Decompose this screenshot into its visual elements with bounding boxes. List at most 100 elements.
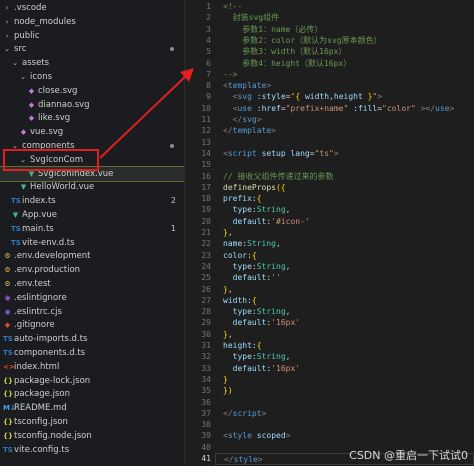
code-line[interactable]: <template> [223, 80, 271, 92]
chevron-down-icon[interactable]: ⌄ [11, 139, 19, 153]
file-item[interactable]: ◉ .eslintignore [0, 291, 184, 305]
chevron-down-icon[interactable]: ⌄ [19, 70, 27, 84]
file-item[interactable]: {} package-lock.json [0, 374, 184, 388]
code-line[interactable]: type:String, [223, 261, 291, 273]
code-line[interactable]: default:'#icon-' [223, 216, 310, 228]
file-item[interactable]: <> index.html [0, 360, 184, 374]
code-line[interactable]: 封装svg组件 [223, 12, 279, 24]
file-item[interactable]: TS vite-env.d.ts [0, 236, 184, 250]
code-line[interactable]: </svg> [223, 114, 262, 126]
modified-dot-icon [170, 144, 174, 148]
folder-item[interactable]: › .vscode [0, 1, 184, 15]
file-item[interactable]: ▼ SvgIconIndex.vue [0, 165, 184, 182]
folder-item[interactable]: ⌄ icons [0, 70, 184, 84]
chevron-down-icon[interactable]: ⌄ [3, 42, 11, 56]
code-token: width [223, 295, 248, 305]
code-line[interactable]: }) [223, 385, 233, 397]
modified-dot-icon [170, 47, 174, 52]
code-line[interactable]: prefix:{ [223, 193, 262, 205]
item-label: index.html [14, 361, 60, 372]
code-line[interactable]: width:{ [223, 295, 257, 307]
file-item[interactable]: ▼ HelloWorld.vue [0, 180, 184, 194]
folder-item[interactable]: ⌄ src [0, 42, 184, 56]
code-line[interactable]: <script setup lang="ts"> [223, 148, 339, 160]
code-line[interactable]: type:String, [223, 306, 291, 318]
file-item[interactable]: ◆ close.svg [0, 84, 184, 98]
code-line[interactable]: </script> [223, 408, 266, 420]
code-line[interactable]: }, [223, 284, 233, 296]
code-line[interactable]: </template> [223, 125, 276, 137]
file-item[interactable]: ⚙ .env.production [0, 263, 184, 277]
file-item[interactable]: TS components.d.ts [0, 346, 184, 360]
chevron-down-icon[interactable]: ⌄ [11, 56, 19, 70]
item-label: public [14, 30, 40, 41]
code-line[interactable]: default:'16px' [223, 317, 300, 329]
code-token: , [285, 307, 291, 317]
code-line[interactable]: defineProps({ [223, 182, 286, 194]
file-item[interactable]: {} tsconfig.json [0, 415, 184, 429]
code-token: use [237, 103, 252, 113]
file-item[interactable]: ◆ like.svg [0, 111, 184, 125]
code-editor[interactable]: 1 2 3 4 5 6 7 8 9 10 11 12 13 14 15 16 17 18 19 20 21 22 23 24 2… [185, 0, 474, 465]
code-line[interactable]: <svg :style="{ width,height }"> [223, 91, 382, 103]
file-item[interactable]: ⚙ .env.development [0, 249, 184, 263]
json-file-icon: {} [3, 431, 13, 440]
file-item[interactable]: ◆ diannao.svg [0, 98, 184, 112]
file-item[interactable]: TS index.ts 2 [0, 194, 184, 208]
code-token: // 接收父组件传递过来的参数 [223, 171, 334, 181]
file-item[interactable]: TS vite.config.ts [0, 443, 184, 457]
folder-item[interactable]: ⌄ assets [0, 56, 184, 70]
code-line[interactable]: default:'' [223, 272, 281, 284]
line-number: 5 [206, 47, 211, 57]
code-line[interactable]: 参数1：name（必传） [223, 24, 322, 36]
line-number: 39 [201, 431, 211, 441]
code-token: :fill [353, 103, 378, 113]
code-line[interactable]: }, [223, 227, 233, 239]
chevron-right-icon[interactable]: › [3, 15, 11, 29]
file-item[interactable]: {} package.json [0, 387, 184, 401]
code-line[interactable]: type:String, [223, 204, 291, 216]
file-item[interactable]: TS auto-imports.d.ts [0, 332, 184, 346]
code-line[interactable]: name:String, [223, 238, 281, 250]
file-item[interactable]: TS main.ts 1 [0, 222, 184, 236]
chevron-right-icon[interactable]: › [3, 1, 11, 15]
folder-item[interactable]: ⌄ SvgIconCom [0, 153, 184, 167]
code-line[interactable]: }, [223, 329, 233, 341]
file-item[interactable]: ◉ .eslintrc.cjs [0, 305, 184, 319]
file-item[interactable]: ◆ .gitignore [0, 318, 184, 332]
line-number: 27 [201, 295, 211, 305]
code-token: { [256, 341, 262, 350]
code-line[interactable]: type:String, [223, 351, 291, 363]
code-line[interactable]: color:{ [223, 250, 257, 262]
code-line[interactable]: } [223, 374, 228, 386]
code-line[interactable]: <!-- [223, 1, 242, 13]
item-label: assets [22, 58, 50, 69]
code-line[interactable]: height:{ [223, 340, 262, 352]
folder-item[interactable]: › public [0, 29, 184, 43]
code-line[interactable]: --> [223, 69, 237, 81]
code-line[interactable]: default:'16px' [223, 363, 300, 375]
folder-item[interactable]: › node_modules [0, 15, 184, 29]
code-line[interactable]: // 接收父组件传递过来的参数 [223, 171, 333, 183]
item-label: vite.config.ts [14, 444, 70, 455]
folder-item[interactable]: ⌄ components [0, 139, 184, 153]
file-item[interactable]: ▼ App.vue [0, 208, 184, 222]
code-line[interactable]: 参数4：height（默认16px） [223, 58, 351, 70]
chevron-right-icon[interactable]: › [3, 29, 11, 43]
code-line[interactable]: <style scoped> [223, 430, 290, 442]
code-token: default [232, 216, 267, 226]
file-item[interactable]: M↓ README.md [0, 401, 184, 415]
file-item[interactable]: ⚙ .env.test [0, 277, 184, 291]
code-line[interactable]: <use :href="prefix+name" :fill="color" >… [223, 103, 455, 115]
chevron-down-icon[interactable]: ⌄ [19, 153, 27, 167]
file-item[interactable]: ◆ vue.svg [0, 125, 184, 139]
code-token: String [256, 205, 286, 215]
code-line[interactable]: 参数3：width（默认16px） [223, 46, 346, 58]
code-token: height [333, 92, 368, 102]
code-line[interactable]: 参数2：color（默认为svg原本颜色） [223, 35, 381, 47]
code-token: { [251, 250, 257, 260]
file-item[interactable]: {} tsconfig.node.json [0, 429, 184, 443]
line-number: 23 [201, 250, 211, 260]
line-number: 16 [201, 171, 211, 181]
